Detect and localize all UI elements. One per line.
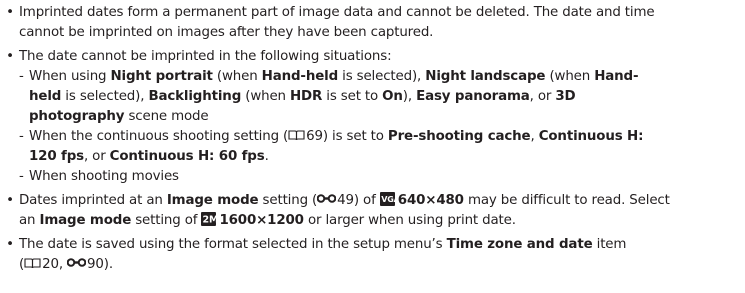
- manual-page-icon: [288, 130, 305, 141]
- text-run: (when: [241, 89, 290, 104]
- list-item: • The date is saved using the format sel…: [0, 235, 745, 275]
- term: Backlighting: [148, 89, 242, 104]
- sub-list-item: - When using Night portrait (when Hand-h…: [0, 67, 745, 127]
- term: Continuous H: 60 fps: [109, 149, 265, 164]
- paragraph-text: The date cannot be imprinted in the foll…: [19, 49, 392, 64]
- term: HDR: [290, 89, 323, 104]
- paragraph-text: cannot be imprinted on images after they…: [19, 25, 434, 40]
- term: Night portrait: [110, 69, 213, 84]
- bullet-glyph: •: [6, 237, 14, 252]
- page-ref: 69: [306, 129, 323, 144]
- dash-glyph: -: [19, 169, 24, 184]
- reference-link-icon: [67, 258, 87, 267]
- term: 640×480: [397, 193, 464, 208]
- term: Night landscape: [425, 69, 546, 84]
- text-run: , or: [529, 89, 556, 104]
- list-item: • Dates imprinted at an Image mode setti…: [0, 191, 745, 231]
- term: Continuous H:: [538, 129, 644, 144]
- term: 3D: [555, 89, 576, 104]
- text-run: When shooting movies: [29, 169, 179, 184]
- text-run: item: [592, 237, 627, 252]
- term: 120 fps: [29, 149, 84, 164]
- text-run: ) of: [353, 193, 380, 208]
- list-item: • The date cannot be imprinted in the fo…: [0, 47, 745, 187]
- text-run: setting of: [131, 213, 202, 228]
- term: held: [29, 89, 62, 104]
- text-run: is selected),: [338, 69, 426, 84]
- 2m-icon-label: 2M: [203, 215, 217, 226]
- term: photography: [29, 109, 125, 124]
- bullet-glyph: •: [6, 5, 14, 20]
- term: 1600×1200: [219, 213, 304, 228]
- text-run: is set to: [322, 89, 383, 104]
- sub-list-item: - When shooting movies: [0, 167, 745, 187]
- page-ref: 90: [87, 257, 104, 272]
- text-run: is selected),: [61, 89, 149, 104]
- text-run: may be difficult to read. Select: [463, 193, 670, 208]
- text-run: or larger when using print date.: [303, 213, 516, 228]
- sub-list-item: - When the continuous shooting setting (…: [0, 127, 745, 167]
- document-body: • Imprinted dates form a permanent part …: [0, 0, 745, 275]
- text-run: ).: [103, 257, 113, 272]
- page-ref: 20,: [42, 257, 68, 272]
- reference-link-icon: [317, 194, 337, 203]
- vga-image-mode-icon: VGA: [379, 192, 395, 206]
- text-run: Dates imprinted at an: [19, 193, 167, 208]
- text-run: (when: [545, 69, 595, 84]
- list-item: • Imprinted dates form a permanent part …: [0, 3, 745, 43]
- term: Image mode: [39, 213, 132, 228]
- paragraph-text: Imprinted dates form a permanent part of…: [19, 5, 655, 20]
- text-run: setting (: [258, 193, 318, 208]
- text-run: (when: [212, 69, 262, 84]
- text-run: When the continuous shooting setting (: [29, 129, 289, 144]
- text-run: scene mode: [124, 109, 209, 124]
- manual-page-icon: [24, 258, 41, 269]
- dash-glyph: -: [19, 129, 24, 144]
- page-ref: 49: [337, 193, 354, 208]
- 2m-image-mode-icon: 2M: [201, 212, 217, 226]
- text-run: ,: [530, 129, 539, 144]
- text-run: , or: [83, 149, 110, 164]
- term: Pre-shooting cache: [387, 129, 531, 144]
- term: Easy panorama: [416, 89, 530, 104]
- text-run: The date is saved using the format selec…: [19, 237, 447, 252]
- vga-icon-label: VGA: [381, 195, 395, 204]
- bullet-glyph: •: [6, 193, 14, 208]
- term: On: [382, 89, 403, 104]
- text-run: .: [264, 149, 269, 164]
- text-run: When using: [29, 69, 111, 84]
- bullet-glyph: •: [6, 49, 14, 64]
- dash-glyph: -: [19, 69, 24, 84]
- text-run: ),: [402, 89, 417, 104]
- term: Hand-held: [261, 69, 339, 84]
- text-run: ) is set to: [322, 129, 388, 144]
- text-run: an: [19, 213, 40, 228]
- term: Image mode: [166, 193, 259, 208]
- term: Hand-: [594, 69, 639, 84]
- term: Time zone and date: [446, 237, 593, 252]
